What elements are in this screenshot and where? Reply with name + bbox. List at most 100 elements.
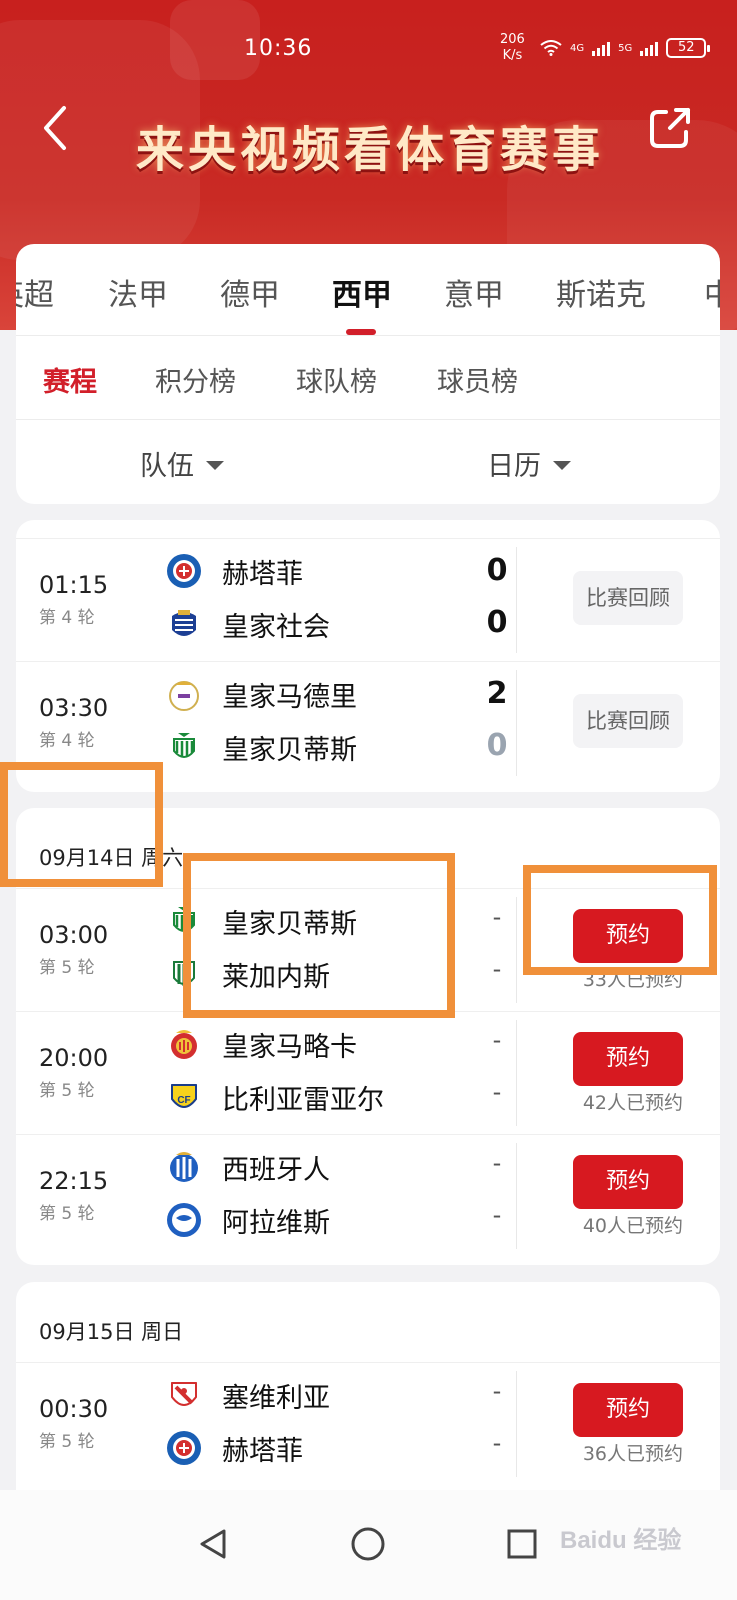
away-team-name: 赫塔菲 (222, 1435, 303, 1467)
team-logo-getafe-icon (167, 1431, 201, 1465)
team-logo-real-madrid-icon (169, 681, 199, 711)
reservation-count: 42人已预约 (582, 1092, 683, 1114)
match-round: 第 5 轮 (39, 958, 95, 978)
tab-snooker[interactable]: 斯诺克 (556, 270, 646, 314)
match-round: 第 4 轮 (39, 731, 95, 751)
home-team: 皇家马德里 (166, 674, 357, 714)
caret-down-icon (206, 461, 224, 470)
triangle-back-icon (200, 1529, 226, 1559)
match-time: 03:30 (39, 694, 109, 722)
match-row[interactable]: 22:15 第 5 轮 西班牙人 阿拉维斯 - - 预约 40人已预约 (16, 1134, 720, 1257)
signal-5g-label: 5G (618, 42, 633, 54)
reserve-button[interactable]: 预约 (573, 1383, 683, 1437)
tab-overflow[interactable]: 中 (704, 270, 720, 314)
team-logo-sevilla-icon (171, 1382, 197, 1406)
league-tab-bar: 英超 法甲 德甲 西甲 意甲 斯诺克 中 (16, 244, 720, 336)
match-time: 03:00 (39, 921, 109, 949)
column-divider (516, 1020, 517, 1126)
team-logo-real-betis-icon (173, 733, 195, 758)
team-logo-mallorca-icon (171, 1030, 197, 1059)
away-score: 0 (486, 605, 508, 640)
tab-ligue-1[interactable]: 法甲 (108, 270, 168, 314)
away-team-name: 皇家贝蒂斯 (222, 734, 357, 766)
network-speed-value: 206 (500, 32, 525, 47)
tab-player-ranking[interactable]: 球员榜 (437, 360, 518, 399)
highlight-box-date (0, 762, 163, 887)
away-team: 赫塔菲 (166, 1428, 303, 1468)
nav-back-button[interactable] (184, 1514, 244, 1574)
nav-home-button[interactable] (338, 1514, 398, 1574)
reservation-count: 36人已预约 (582, 1443, 683, 1465)
away-team: 阿拉维斯 (166, 1200, 330, 1240)
match-row[interactable]: 20:00 第 5 轮 皇家马略卡 CF 比利亚雷亚尔 - - 预约 42人已预… (16, 1011, 720, 1134)
match-review-button[interactable]: 比赛回顾 (573, 694, 683, 748)
home-team-name: 西班牙人 (222, 1154, 330, 1186)
team-logo-real-sociedad-icon (172, 610, 196, 636)
reserve-button[interactable]: 预约 (573, 1155, 683, 1209)
home-score: - (492, 903, 502, 931)
team-filter-label: 队伍 (140, 451, 194, 482)
column-divider (516, 670, 517, 776)
match-round: 第 5 轮 (39, 1081, 95, 1101)
nav-recents-button[interactable] (492, 1514, 552, 1574)
filter-bar: 队伍 日历 (16, 420, 720, 504)
column-divider (516, 547, 517, 653)
active-tab-indicator (346, 329, 376, 335)
status-bar: 10:36 206 K/s 4G 5G 52 (0, 0, 737, 90)
back-button[interactable] (36, 100, 80, 156)
signal-bars-icon (592, 40, 611, 56)
network-speed-unit: K/s (502, 48, 523, 63)
status-time: 10:36 (244, 36, 313, 61)
tab-premier-league[interactable]: 英超 (16, 270, 54, 314)
team-filter-dropdown[interactable]: 队伍 (140, 444, 224, 483)
baidu-watermark: Baidu 经验 (560, 1527, 682, 1554)
chevron-left-icon (44, 106, 66, 150)
svg-text:CF: CF (177, 1095, 190, 1106)
home-team-name: 皇家马略卡 (222, 1031, 357, 1063)
home-team: 西班牙人 (166, 1147, 330, 1187)
match-round: 第 5 轮 (39, 1432, 95, 1452)
home-score: - (492, 1149, 502, 1177)
tab-standings[interactable]: 积分榜 (155, 360, 236, 399)
tab-la-liga[interactable]: 西甲 (332, 270, 392, 314)
match-row[interactable]: 01:15 第 4 轮 赫塔菲 皇家社会 0 0 比赛回顾 (16, 538, 720, 661)
home-score: - (492, 1026, 502, 1054)
tab-schedule[interactable]: 赛程 (43, 360, 97, 399)
away-team-name: 阿拉维斯 (222, 1207, 330, 1239)
away-team-name: 比利亚雷亚尔 (222, 1084, 384, 1116)
match-review-button[interactable]: 比赛回顾 (573, 571, 683, 625)
network-speed: 206 K/s (500, 32, 525, 64)
team-logo-villarreal-icon: CF (171, 1084, 197, 1108)
tab-bundesliga[interactable]: 德甲 (220, 270, 280, 314)
tab-serie-a[interactable]: 意甲 (444, 270, 504, 314)
away-team: CF 比利亚雷亚尔 (166, 1077, 384, 1117)
share-icon (650, 108, 690, 148)
reservation-count: 40人已预约 (582, 1215, 683, 1237)
calendar-filter-dropdown[interactable]: 日历 (487, 444, 571, 483)
wifi-icon (540, 40, 562, 56)
away-score: - (492, 1078, 502, 1106)
share-button[interactable] (646, 104, 694, 152)
circle-home-icon (351, 1527, 385, 1561)
match-time: 22:15 (39, 1167, 109, 1195)
column-divider (516, 1371, 517, 1477)
reserve-button[interactable]: 预约 (573, 1032, 683, 1086)
status-icons: 4G 5G 52 (540, 38, 711, 58)
sub-tab-bar: 赛程 积分榜 球队榜 球员榜 (16, 336, 720, 420)
match-row[interactable]: 00:30 第 5 轮 塞维利亚 赫塔菲 - - 预约 36人已预约 (16, 1362, 720, 1485)
highlight-box-reserve (523, 865, 717, 975)
team-logo-getafe-icon (167, 554, 201, 588)
away-score: 0 (486, 728, 508, 763)
away-score: - (492, 955, 502, 983)
signal-4g-label: 4G (570, 42, 585, 54)
tab-team-ranking[interactable]: 球队榜 (296, 360, 377, 399)
home-team-name: 赫塔菲 (222, 558, 303, 590)
match-date-header: 09月15日 周日 (39, 1320, 184, 1344)
home-team: 赫塔菲 (166, 551, 303, 591)
match-time: 00:30 (39, 1395, 109, 1423)
column-divider (516, 1143, 517, 1249)
home-score: 2 (486, 676, 508, 711)
match-list-past: 01:15 第 4 轮 赫塔菲 皇家社会 0 0 比赛回顾 03:30 第 4 … (16, 520, 720, 792)
home-score: - (492, 1377, 502, 1405)
navigation-card: 英超 法甲 德甲 西甲 意甲 斯诺克 中 赛程 积分榜 球队榜 球员榜 队伍 日… (16, 244, 720, 504)
